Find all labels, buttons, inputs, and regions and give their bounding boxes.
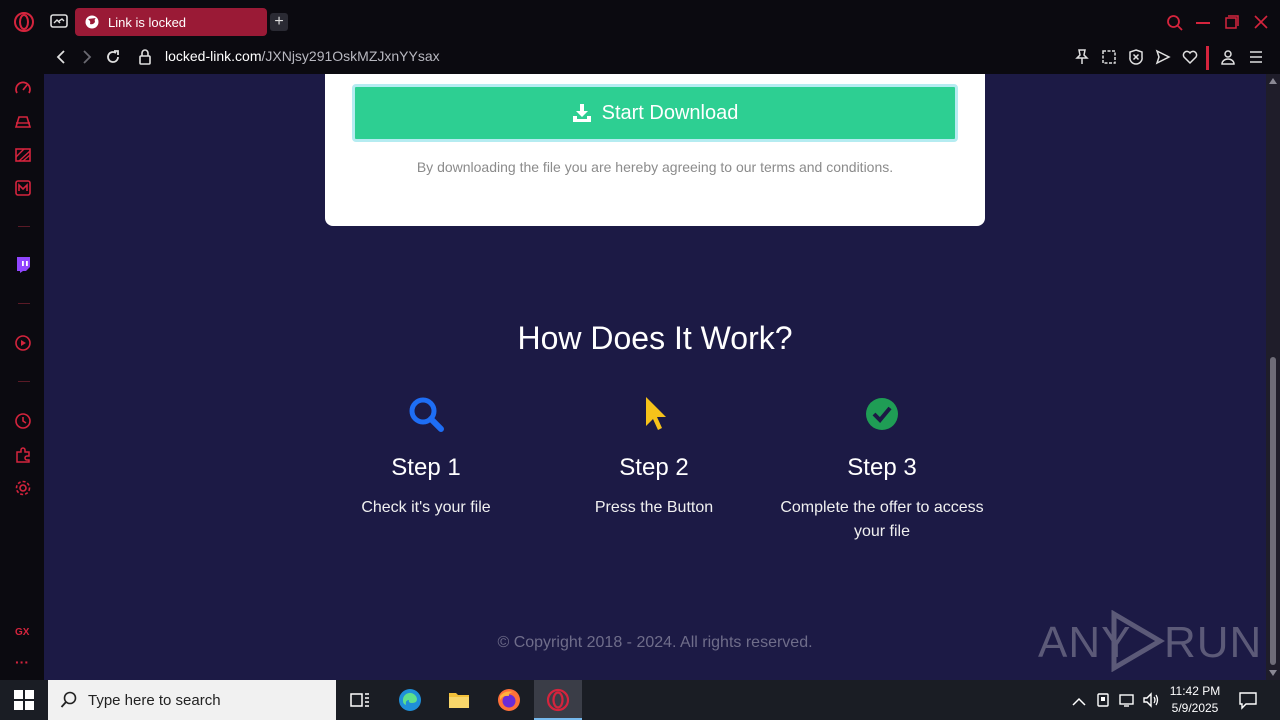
notifications-icon[interactable] xyxy=(1238,690,1258,710)
globe-icon xyxy=(85,15,99,29)
download-icon xyxy=(572,103,592,123)
url-host: locked-link.com xyxy=(165,48,262,64)
address-bar-row: locked-link.com/JXNjsy291OskMZJxnYYsax xyxy=(44,42,1280,74)
toolbar-divider xyxy=(1206,46,1209,70)
scroll-up-arrow[interactable] xyxy=(1269,78,1277,84)
step-1: Step 1 Check it's your file xyxy=(316,394,536,520)
sidebar-more-icon[interactable]: ··· xyxy=(15,654,29,670)
show-hidden-icons-chevron-icon[interactable] xyxy=(1072,694,1086,706)
extensions-icon[interactable] xyxy=(14,446,32,464)
check-circle-icon xyxy=(862,394,902,434)
close-window-button[interactable] xyxy=(1254,15,1268,29)
opera-taskbar-button[interactable] xyxy=(534,680,582,720)
step-2-desc: Press the Button xyxy=(594,499,714,516)
volume-icon[interactable] xyxy=(1142,692,1160,708)
terms-notice: By downloading the file you are hereby a… xyxy=(416,159,894,175)
adblock-icon[interactable] xyxy=(1128,49,1144,65)
start-download-button[interactable]: Start Download xyxy=(352,84,958,142)
back-icon[interactable] xyxy=(54,50,68,64)
history-icon[interactable] xyxy=(14,412,32,430)
heart-icon[interactable] xyxy=(1182,49,1198,65)
snapshot-icon[interactable] xyxy=(1101,49,1117,65)
page-scrollbar[interactable] xyxy=(1266,74,1280,680)
search-tabs-icon[interactable] xyxy=(1166,14,1184,32)
taskbar-search-box[interactable]: Type here to search xyxy=(48,680,336,720)
search-icon xyxy=(406,394,446,434)
pin-icon[interactable] xyxy=(1074,49,1090,65)
tab-bar: Link is locked + xyxy=(0,0,1280,42)
sidebar-divider xyxy=(18,303,30,304)
scroll-thumb[interactable] xyxy=(1270,357,1276,665)
send-icon[interactable] xyxy=(1155,49,1171,65)
minimize-button[interactable] xyxy=(1196,22,1210,24)
sidebar-divider xyxy=(18,381,30,382)
tab-title: Link is locked xyxy=(108,15,187,30)
url-field[interactable]: locked-link.com/JXNjsy291OskMZJxnYYsax xyxy=(165,48,440,64)
opera-sidebar: GX ··· xyxy=(0,42,44,680)
easy-setup-menu-icon[interactable] xyxy=(1248,49,1264,65)
gx-control-icon[interactable] xyxy=(14,113,32,131)
lock-icon[interactable] xyxy=(138,49,152,65)
forward-icon[interactable] xyxy=(80,50,94,64)
start-download-label: Start Download xyxy=(601,101,739,124)
cursor-icon xyxy=(634,394,674,434)
clock-time[interactable]: 11:42 PM xyxy=(1166,684,1224,698)
gx-cleaner-icon[interactable] xyxy=(14,146,32,164)
player-icon[interactable] xyxy=(14,334,32,352)
task-view-icon[interactable] xyxy=(348,688,372,712)
scroll-down-arrow[interactable] xyxy=(1269,670,1277,676)
url-path: /JXNjsy291OskMZJxnYYsax xyxy=(261,48,440,64)
clock-date[interactable]: 5/9/2025 xyxy=(1166,701,1224,715)
new-tab-button[interactable]: + xyxy=(270,13,288,31)
device-tray-icon[interactable] xyxy=(1096,692,1110,708)
opera-gx-logo-icon[interactable] xyxy=(13,11,35,33)
search-icon xyxy=(60,691,78,709)
sidebar-divider xyxy=(18,226,30,227)
step-1-desc: Check it's your file xyxy=(361,499,491,516)
restore-button[interactable] xyxy=(1225,15,1239,29)
anyrun-watermark: ANY RUN xyxy=(1038,608,1261,672)
settings-gear-icon[interactable] xyxy=(14,479,32,497)
download-card: Start Download By downloading the file y… xyxy=(325,74,985,226)
speed-dial-icon[interactable] xyxy=(14,80,32,98)
reload-icon[interactable] xyxy=(105,49,121,65)
step-3-title: Step 3 xyxy=(847,454,917,481)
page-content: Start Download By downloading the file y… xyxy=(44,74,1266,680)
windows-start-icon[interactable] xyxy=(14,690,34,710)
tab-workspaces-icon[interactable] xyxy=(50,14,68,28)
step-1-title: Step 1 xyxy=(391,454,461,481)
tab-active[interactable]: Link is locked xyxy=(75,8,267,36)
firefox-icon[interactable] xyxy=(497,688,521,712)
step-2: Step 2 Press the Button xyxy=(544,394,764,520)
file-explorer-icon[interactable] xyxy=(447,688,471,712)
gx-label[interactable]: GX xyxy=(15,627,29,638)
play-logo-icon xyxy=(1111,610,1165,672)
account-icon[interactable] xyxy=(1220,49,1236,65)
twitch-icon[interactable] xyxy=(14,256,32,274)
step-2-title: Step 2 xyxy=(619,454,689,481)
how-it-works-title: How Does It Work? xyxy=(517,320,793,356)
network-icon[interactable] xyxy=(1118,692,1136,708)
windows-taskbar: Type here to search 11:42 PM 5/9/2025 xyxy=(0,680,1280,720)
edge-icon[interactable] xyxy=(398,688,422,712)
messenger-icon[interactable] xyxy=(14,179,32,197)
watermark-text-right: RUN xyxy=(1164,618,1263,667)
step-3-desc: Complete the offer to access your file xyxy=(780,499,984,540)
step-3: Step 3 Complete the offer to access your… xyxy=(772,394,992,544)
taskbar-search-placeholder: Type here to search xyxy=(88,692,221,709)
